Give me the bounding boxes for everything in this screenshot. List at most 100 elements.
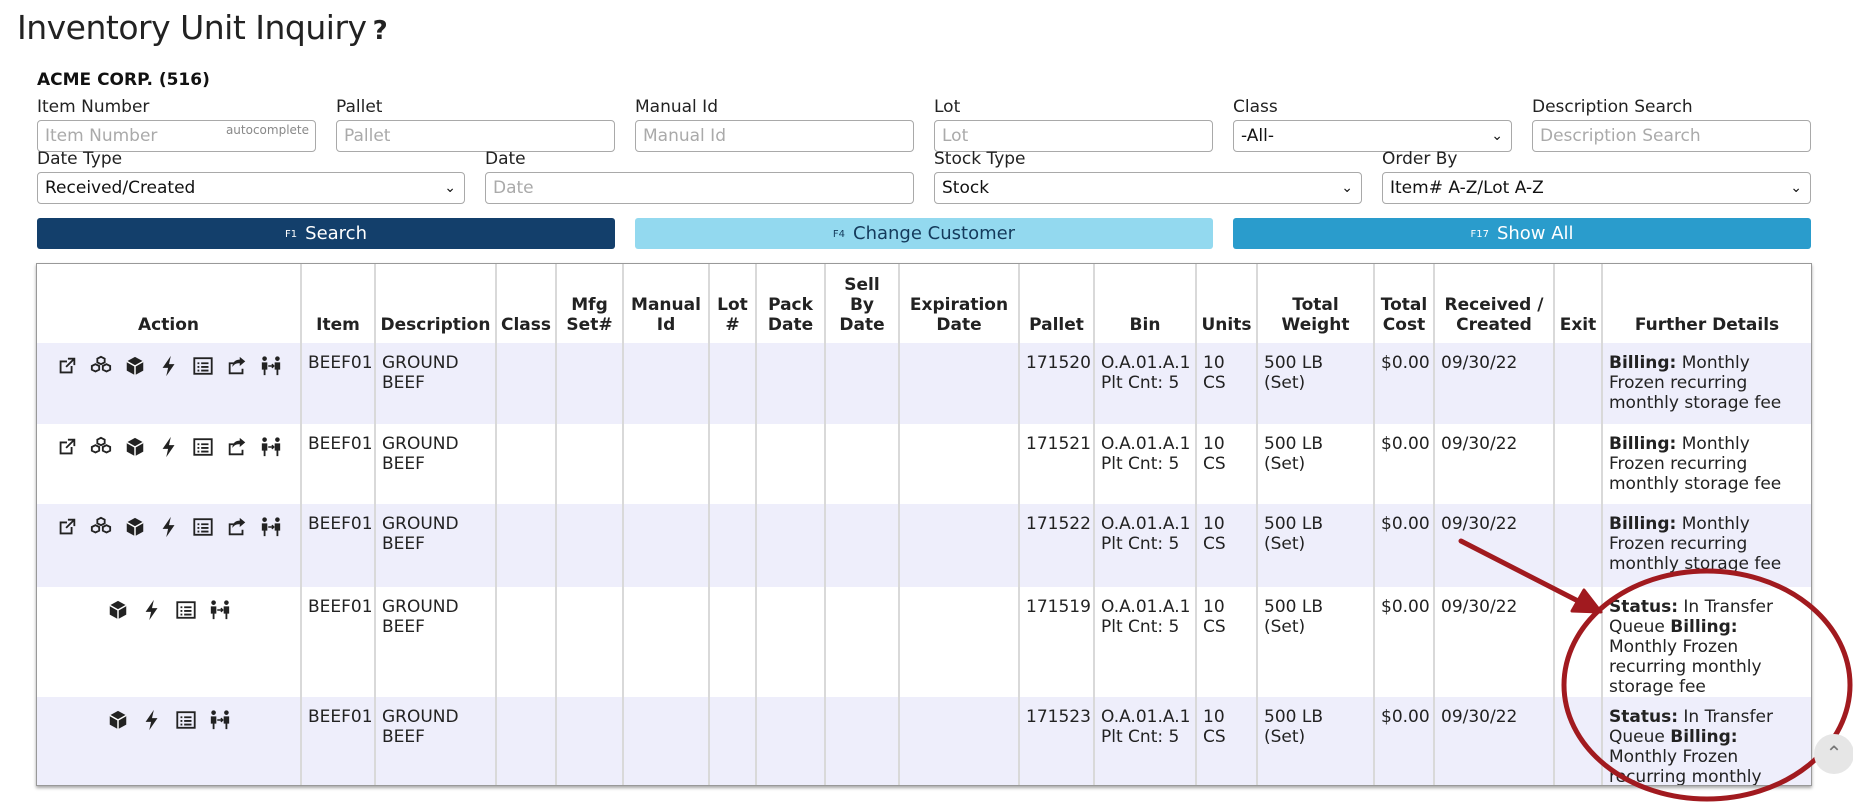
col-header-item: Item	[300, 264, 375, 343]
cell-mfg-set	[555, 504, 623, 587]
search-fkey: F1	[285, 228, 298, 240]
col-header-class: Class	[495, 264, 556, 343]
share-icon[interactable]	[226, 355, 248, 377]
cell-item: BEEF01	[300, 424, 375, 504]
col-header-weight-2: Weight	[1281, 315, 1350, 335]
cell-lot	[708, 504, 756, 587]
change-customer-button[interactable]: F4 Change Customer	[635, 218, 1213, 249]
cell-total-cost: $0.00	[1373, 424, 1434, 504]
cell-further-details: Status: In Transfer Queue Billing: Month…	[1601, 697, 1811, 785]
search-button[interactable]: F1 Search	[37, 218, 615, 249]
col-header-pack-2: Date	[767, 315, 814, 335]
class-label: Class	[1233, 97, 1278, 117]
share-icon[interactable]	[226, 436, 248, 458]
transfer-people-icon[interactable]	[260, 355, 282, 377]
boxes-icon[interactable]	[90, 436, 112, 458]
cell-further-details: Billing: Monthly Frozen recurring monthl…	[1601, 504, 1811, 587]
cell-item: BEEF01	[300, 343, 375, 424]
list-icon[interactable]	[192, 436, 214, 458]
scroll-to-top-button[interactable]: ⌃	[1814, 734, 1853, 774]
boxes-icon[interactable]	[90, 516, 112, 538]
status-label: Status:	[1609, 707, 1678, 727]
transfer-people-icon[interactable]	[209, 599, 231, 621]
desc-line-1: GROUND	[382, 707, 459, 727]
col-header-received-2: Created	[1456, 315, 1532, 335]
show-all-button[interactable]: F17 Show All	[1233, 218, 1811, 249]
cell-description: GROUND BEEF	[374, 424, 496, 504]
boxes-icon[interactable]	[90, 355, 112, 377]
list-icon[interactable]	[175, 599, 197, 621]
transfer-people-icon[interactable]	[260, 436, 282, 458]
transfer-people-icon[interactable]	[260, 516, 282, 538]
cell-lot	[708, 424, 756, 504]
col-header-total-weight: Total Weight	[1256, 264, 1374, 343]
col-header-pack-1: Pack	[768, 295, 813, 315]
date-type-select[interactable]: Received/Created ⌄	[37, 172, 465, 204]
cell-item: BEEF01	[300, 504, 375, 587]
bolt-icon[interactable]	[141, 709, 163, 731]
box-icon[interactable]	[124, 436, 146, 458]
cell-class	[495, 697, 556, 785]
item-number-label: Item Number	[37, 97, 150, 117]
date-input[interactable]: Date	[485, 172, 914, 204]
box-icon[interactable]	[107, 709, 129, 731]
cell-expiration-date	[898, 504, 1019, 587]
manual-id-label: Manual Id	[635, 97, 718, 117]
col-header-exit: Exit	[1553, 264, 1602, 343]
cell-description: GROUND BEEF	[374, 343, 496, 424]
chevron-down-icon: ⌄	[1341, 180, 1353, 196]
list-icon[interactable]	[192, 355, 214, 377]
external-link-icon[interactable]	[56, 436, 78, 458]
cell-sell-by-date	[824, 587, 899, 697]
cell-expiration-date	[898, 424, 1019, 504]
table-row: BEEF01 GROUND BEEF 171521 O.A.01.A.1 Plt C…	[37, 424, 1811, 504]
list-icon[interactable]	[192, 516, 214, 538]
lot-label: Lot	[934, 97, 961, 117]
stock-type-select[interactable]: Stock ⌄	[934, 172, 1362, 204]
pallet-label: Pallet	[336, 97, 383, 117]
table-row: BEEF01 GROUND BEEF 171520 O.A.01.A.1 Plt C…	[37, 343, 1811, 424]
table-row: BEEF01 GROUND BEEF 171523 O.A.01.A.1 Plt C…	[37, 697, 1811, 785]
cell-received: 09/30/22	[1433, 587, 1554, 697]
col-header-sell-3: Date	[839, 315, 885, 335]
bolt-icon[interactable]	[158, 516, 180, 538]
cell-manual-id	[622, 424, 709, 504]
desc-line-2: BEEF	[382, 373, 425, 393]
cell-pallet: 171519	[1018, 587, 1094, 697]
order-by-value: Item# A-Z/Lot A-Z	[1390, 178, 1544, 198]
box-icon[interactable]	[124, 355, 146, 377]
cell-description: GROUND BEEF	[374, 504, 496, 587]
show-all-fkey: F17	[1470, 228, 1489, 240]
col-header-mfg-1: Mfg	[571, 295, 608, 315]
box-icon[interactable]	[124, 516, 146, 538]
search-button-label: Search	[305, 223, 367, 244]
cell-class	[495, 504, 556, 587]
show-all-button-label: Show All	[1496, 223, 1574, 244]
cell-received: 09/30/22	[1433, 504, 1554, 587]
bolt-icon[interactable]	[158, 436, 180, 458]
cell-manual-id	[622, 697, 709, 785]
cell-total-weight: 500 LB (Set)	[1256, 424, 1374, 504]
cell-units: 10 CS	[1195, 424, 1257, 504]
external-link-icon[interactable]	[56, 516, 78, 538]
transfer-people-icon[interactable]	[209, 709, 231, 731]
share-icon[interactable]	[226, 516, 248, 538]
chevron-down-icon: ⌄	[444, 180, 456, 196]
cell-pack-date	[755, 697, 825, 785]
col-header-cost-2: Cost	[1382, 315, 1426, 335]
col-header-lot-2: #	[725, 315, 740, 335]
external-link-icon[interactable]	[56, 355, 78, 377]
col-header-total-cost: Total Cost	[1373, 264, 1434, 343]
list-icon[interactable]	[175, 709, 197, 731]
help-icon[interactable]: ?	[373, 16, 388, 46]
order-by-select[interactable]: Item# A-Z/Lot A-Z ⌄	[1382, 172, 1811, 204]
cell-exit	[1553, 504, 1602, 587]
box-icon[interactable]	[107, 599, 129, 621]
cell-units: 10 CS	[1195, 587, 1257, 697]
plt-cnt: Plt Cnt: 5	[1101, 534, 1180, 554]
cell-mfg-set	[555, 697, 623, 785]
bolt-icon[interactable]	[158, 355, 180, 377]
bolt-icon[interactable]	[141, 599, 163, 621]
col-header-weight-1: Total	[1292, 295, 1339, 315]
col-header-description: Description	[374, 264, 496, 343]
